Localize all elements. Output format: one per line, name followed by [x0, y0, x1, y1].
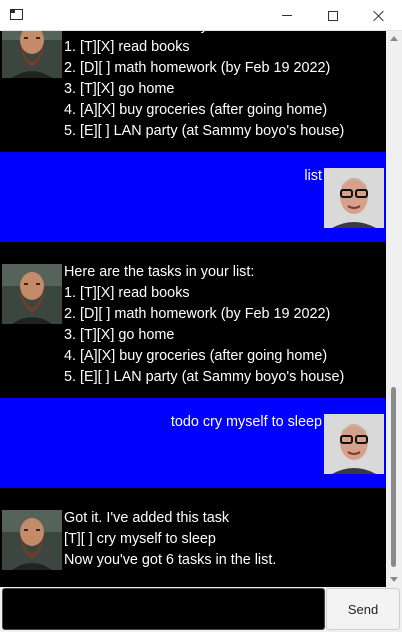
- user-message: list: [0, 152, 386, 242]
- bot-message: Here are the tasks in your list: 1. [T][…: [0, 31, 386, 142]
- maximize-button[interactable]: [310, 0, 356, 31]
- close-button[interactable]: [356, 0, 402, 31]
- message-text: list: [304, 168, 322, 184]
- user-avatar-icon: [324, 414, 384, 474]
- send-button[interactable]: Send: [326, 588, 400, 630]
- user-avatar-icon: [324, 168, 384, 228]
- message-gap: [0, 388, 386, 398]
- minimize-button[interactable]: [264, 0, 310, 31]
- input-bar: Send: [0, 587, 402, 632]
- close-icon: [373, 10, 385, 22]
- message-gap: [0, 142, 386, 152]
- dialog-container: Here are the tasks in your list: 1. [T][…: [0, 31, 386, 587]
- scrollbar-thumb[interactable]: [391, 387, 396, 567]
- scroll-up-arrow-icon[interactable]: [390, 36, 398, 41]
- message-text: Here are the tasks in your list: 1. [T][…: [64, 264, 345, 385]
- chat-scroll-pane[interactable]: Here are the tasks in your list: 1. [T][…: [0, 31, 386, 587]
- message-text: todo cry myself to sleep: [170, 414, 322, 430]
- user-message: todo cry myself to sleep: [0, 398, 386, 488]
- minimize-icon: [282, 15, 292, 16]
- message-input[interactable]: [2, 588, 325, 630]
- message-gap: [0, 488, 386, 498]
- message-text: Got it. I've added this task [T][ ] cry …: [64, 510, 277, 568]
- bot-avatar-icon: [2, 264, 62, 324]
- bot-avatar-icon: [2, 510, 62, 570]
- scroll-down-arrow-icon[interactable]: [390, 577, 398, 582]
- bot-avatar-icon: [2, 31, 62, 78]
- message-gap: [0, 242, 386, 252]
- bot-message: Here are the tasks in your list: 1. [T][…: [0, 252, 386, 388]
- title-bar: [0, 0, 402, 31]
- bot-message: Got it. I've added this task [T][ ] cry …: [0, 498, 386, 587]
- maximize-icon: [328, 10, 338, 21]
- message-text: Here are the tasks in your list: 1. [T][…: [64, 31, 345, 139]
- vertical-scrollbar[interactable]: [386, 31, 402, 587]
- app-window-icon: [10, 9, 23, 20]
